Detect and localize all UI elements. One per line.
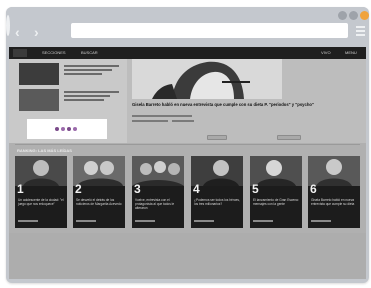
browser-toolbar: ‹ › xyxy=(6,15,369,47)
hamburger-menu-icon[interactable] xyxy=(356,26,365,38)
ranking-card[interactable]: 4 ¿Podemos ser todos los héroes, los tre… xyxy=(191,156,243,228)
title-bar xyxy=(6,7,369,17)
promo-banner[interactable] xyxy=(27,119,107,139)
headline-line[interactable] xyxy=(64,73,102,75)
ranking-headline[interactable]: Un adolescente de la ciudad: "el juego q… xyxy=(18,198,64,206)
ranking-card[interactable]: 3 Vuelve, entrevista con el protagonista… xyxy=(132,156,184,228)
ranking-headline[interactable]: Se desveló el detrás de los noticieros d… xyxy=(76,198,122,206)
site-logo[interactable] xyxy=(13,49,27,57)
address-bar[interactable] xyxy=(71,23,348,38)
hero-meta-line xyxy=(172,120,194,122)
reload-icon[interactable] xyxy=(6,15,10,36)
news-thumbnail[interactable] xyxy=(19,89,59,111)
news-sidebar xyxy=(9,59,127,143)
ranking-meta xyxy=(135,220,155,222)
hero-image[interactable] xyxy=(132,59,282,99)
hero-byline xyxy=(132,115,192,117)
ranking-card[interactable]: 6 Gisela Barreto habló en nueva entrevis… xyxy=(308,156,360,228)
ranking-number: 4 xyxy=(193,182,200,196)
page-viewport: SECCIONES BUSCAR VIVO MENU Gisela Barret… xyxy=(9,47,366,279)
ranking-number: 6 xyxy=(310,182,317,196)
ranking-number: 5 xyxy=(252,182,259,196)
ranking-headline[interactable]: Vuelve, entrevista con el protagonista a… xyxy=(135,198,181,210)
ranking-card[interactable]: 5 El lanzamiento de Gran Escena: mensaje… xyxy=(250,156,302,228)
ranking-number: 3 xyxy=(134,182,141,196)
news-thumbnail[interactable] xyxy=(19,63,59,85)
ranking-cards: 1 Un adolescente de la ciudad: "el juego… xyxy=(15,156,360,228)
page-footer-area xyxy=(9,233,366,279)
ranking-headline[interactable]: El lanzamiento de Gran Escena: mensajes … xyxy=(253,198,299,206)
nav-link-search[interactable]: BUSCAR xyxy=(81,50,98,56)
ranking-meta xyxy=(18,220,38,222)
ranking-meta xyxy=(76,220,96,222)
ranking-number: 1 xyxy=(17,182,24,196)
promo-dot-icon xyxy=(73,127,77,131)
nav-link-live[interactable]: VIVO xyxy=(321,50,331,56)
hero-share-button[interactable] xyxy=(277,135,301,140)
hero-meta-line xyxy=(132,120,168,122)
section-divider xyxy=(15,144,360,145)
headline-line[interactable] xyxy=(64,69,112,71)
ranking-number: 2 xyxy=(75,182,82,196)
hero-tag-button[interactable] xyxy=(207,135,227,140)
nav-link-sections[interactable]: SECCIONES xyxy=(42,50,66,56)
promo-dot-icon xyxy=(61,127,65,131)
site-nav-bar: SECCIONES BUSCAR VIVO MENU xyxy=(9,47,366,59)
ranking-headline[interactable]: Gisela Barreto habló en nueva entrevista… xyxy=(311,198,357,206)
ranking-headline[interactable]: ¿Podemos ser todos los héroes, los tres … xyxy=(194,198,240,206)
hero-story[interactable]: Gisela Barreto habló en nueva entrevista… xyxy=(127,59,366,143)
headline-line[interactable] xyxy=(64,95,110,97)
headline-line[interactable] xyxy=(64,99,104,101)
ranking-meta xyxy=(253,220,273,222)
ranking-card[interactable]: 2 Se desveló el detrás de los noticieros… xyxy=(73,156,125,228)
promo-dot-icon xyxy=(67,127,71,131)
headline-line[interactable] xyxy=(64,91,119,93)
promo-dot-icon xyxy=(55,127,59,131)
hero-headline[interactable]: Gisela Barreto habló en nueva entrevista… xyxy=(132,102,362,107)
forward-icon[interactable]: › xyxy=(34,25,39,39)
nav-link-menu[interactable]: MENU xyxy=(345,50,357,56)
headline-line[interactable] xyxy=(64,65,119,67)
ranking-section-title: RANKING: LAS MÁS LEÍDAS xyxy=(17,148,72,153)
ranking-meta xyxy=(311,220,331,222)
back-icon[interactable]: ‹ xyxy=(15,25,20,39)
ranking-card[interactable]: 1 Un adolescente de la ciudad: "el juego… xyxy=(15,156,67,228)
browser-window: ‹ › SECCIONES BUSCAR VIVO MENU Gisela Ba… xyxy=(6,7,369,283)
ranking-meta xyxy=(194,220,214,222)
